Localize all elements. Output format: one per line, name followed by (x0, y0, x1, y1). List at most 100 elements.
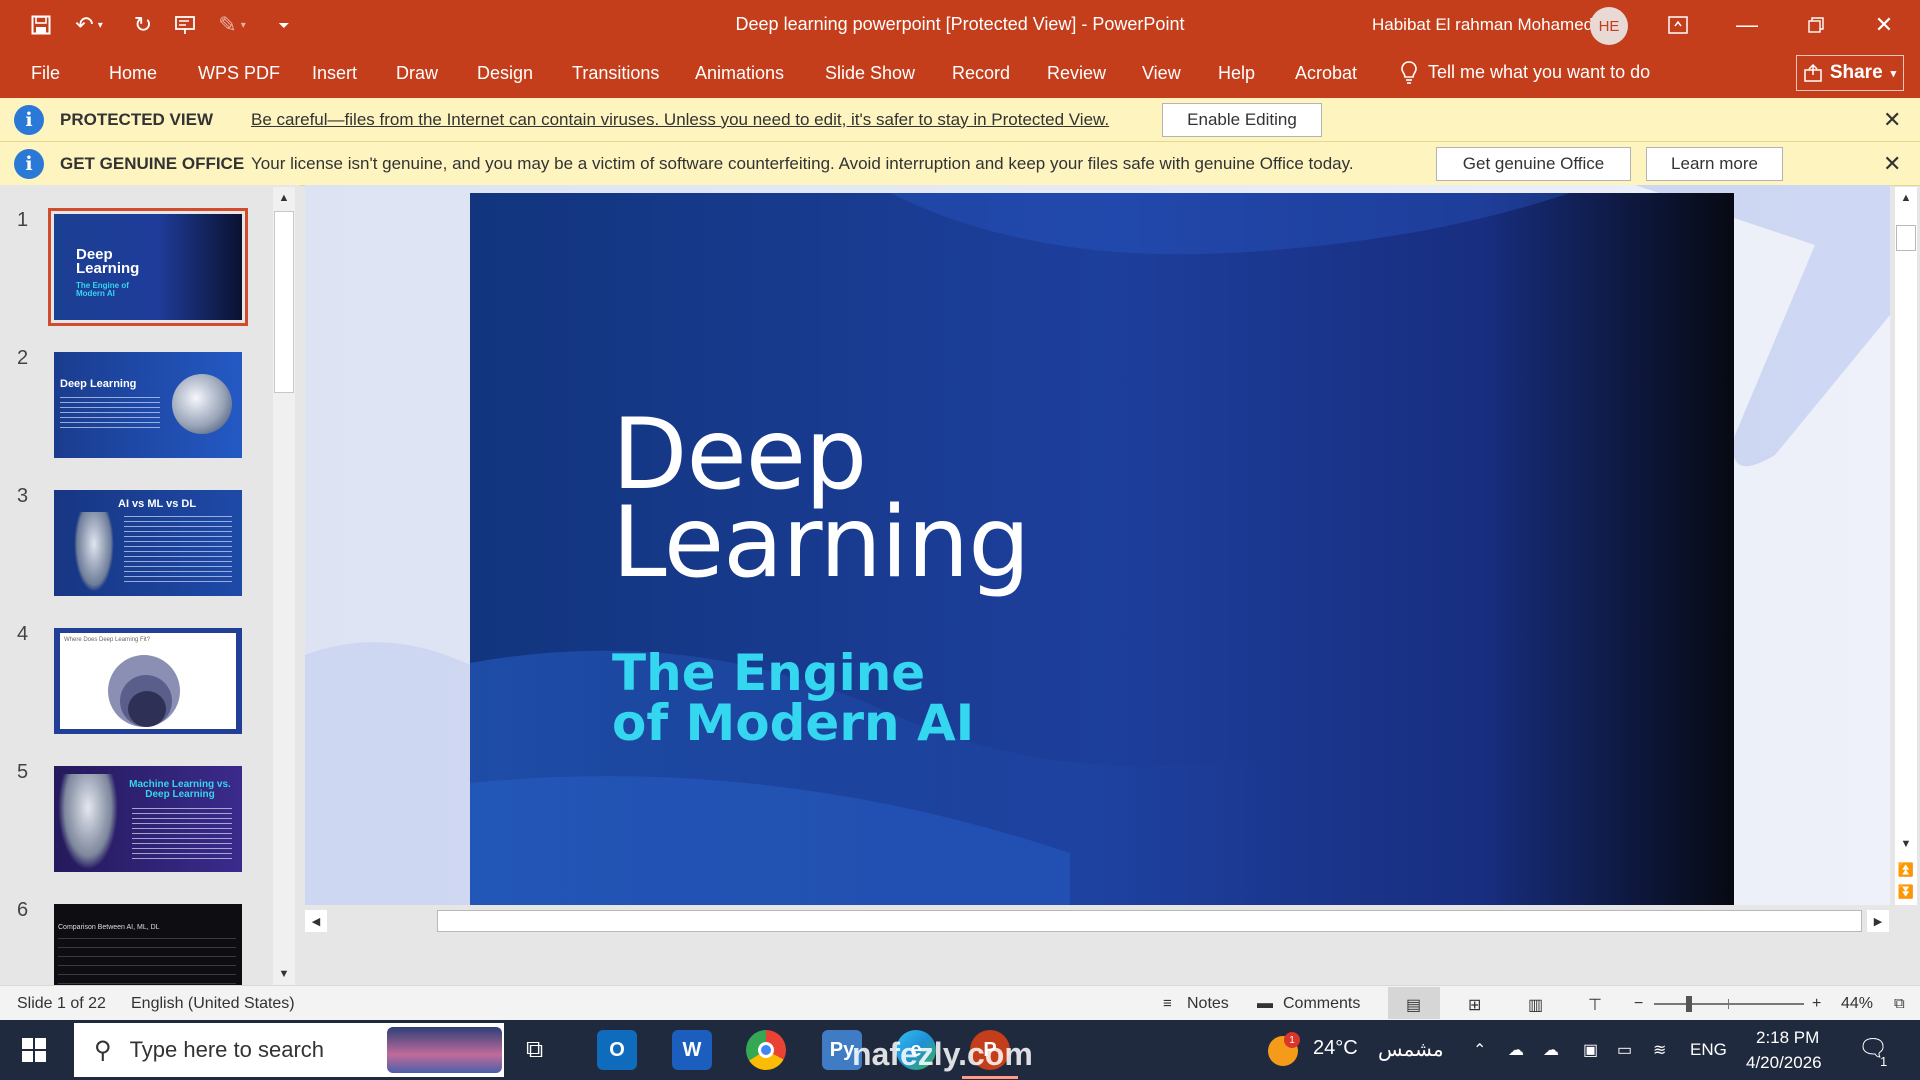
zoom-in-icon[interactable]: + (1812, 995, 1821, 1013)
get-genuine-office-button[interactable]: Get genuine Office (1436, 147, 1631, 181)
outlook-icon[interactable]: O (597, 1030, 637, 1070)
windows-start-icon[interactable] (22, 1038, 46, 1062)
slide-sorter-icon[interactable]: ⊞ (1468, 995, 1481, 1015)
thumbnail-canvas: Where Does Deep Learning Fit? (60, 633, 236, 729)
window-title: Deep learning powerpoint [Protected View… (735, 14, 1185, 34)
previous-slide-icon[interactable]: ⏫ (1895, 859, 1917, 881)
clock-time[interactable]: 2:18 PM (1756, 1028, 1819, 1048)
ribbon-display-options-icon[interactable] (1658, 8, 1698, 42)
tab-transitions[interactable]: Transitions (572, 63, 659, 84)
show-hidden-icons-icon[interactable]: ⌃ (1473, 1040, 1486, 1060)
tab-view[interactable]: View (1142, 63, 1181, 84)
thumbnail-title: Where Does Deep Learning Fit? (64, 637, 151, 643)
slide-thumbnail-2[interactable]: Deep Learning (54, 352, 242, 458)
tab-design[interactable]: Design (477, 63, 533, 84)
slide-thumbnail-4[interactable]: Where Does Deep Learning Fit? (54, 628, 242, 734)
thumbnail-scroll-thumb[interactable] (274, 211, 294, 393)
comparison-table (58, 938, 236, 985)
dl-circle (128, 691, 166, 727)
tab-slide-show[interactable]: Slide Show (825, 63, 915, 84)
slide-editor: Deep Learning The Engine of Modern AI (305, 185, 1890, 905)
tab-draw[interactable]: Draw (396, 63, 438, 84)
notes-icon[interactable]: ≡ (1163, 995, 1172, 1012)
clock-date[interactable]: 4/20/2026 (1746, 1053, 1822, 1073)
thumbnail-title: Deep Learning (60, 378, 137, 390)
minimize-icon[interactable]: — (1727, 8, 1767, 42)
task-view-icon[interactable]: ⧉ (526, 1036, 543, 1064)
cloud-app-icon[interactable]: ☁ (1508, 1040, 1524, 1060)
wifi-icon[interactable]: ≋ (1653, 1040, 1666, 1060)
word-icon[interactable]: W (672, 1030, 712, 1070)
slide-scroll-thumb[interactable] (1896, 225, 1916, 251)
tab-home[interactable]: Home (109, 63, 157, 84)
share-button[interactable]: Share ▾ (1796, 55, 1904, 91)
tab-wps-pdf[interactable]: WPS PDF (198, 63, 280, 84)
onedrive-offline-icon[interactable]: ☁ (1543, 1040, 1559, 1060)
robot-hand-image (74, 512, 114, 592)
slide-number: 4 (17, 623, 29, 645)
zoom-level[interactable]: 44% (1841, 995, 1873, 1013)
close-bar-icon[interactable]: ✕ (1883, 151, 1901, 177)
scroll-down-icon[interactable]: ▼ (1895, 833, 1917, 855)
slide-title: Deep Learning (612, 406, 1030, 592)
thumbnail-body-text (132, 808, 232, 862)
slide-subtitle: The Engine of Modern AI (612, 648, 974, 748)
close-bar-icon[interactable]: ✕ (1883, 107, 1901, 133)
taskbar-search[interactable]: ⚲ Type here to search (74, 1023, 504, 1077)
tab-file[interactable]: File (31, 63, 60, 84)
close-icon[interactable]: ✕ (1864, 8, 1904, 42)
genuine-office-title: GET GENUINE OFFICE (60, 153, 245, 173)
slide-show-icon[interactable]: ⊤ (1588, 995, 1602, 1015)
chrome-icon[interactable] (746, 1030, 786, 1070)
device-icon[interactable]: ▣ (1583, 1040, 1598, 1060)
learn-more-button[interactable]: Learn more (1646, 147, 1783, 181)
horizontal-scroll-thumb[interactable] (437, 910, 1862, 932)
battery-icon[interactable]: ▭ (1617, 1040, 1632, 1060)
fit-slide-icon[interactable]: ⧉ (1894, 995, 1905, 1012)
language-indicator[interactable]: English (United States) (131, 995, 295, 1013)
title-bar: ↶ ▾ ↻ ✎ ▾ ⏷ Deep learning powerpoint [Prot… (0, 0, 1920, 50)
humanoid-robot-image (58, 774, 118, 870)
notes-button[interactable]: Notes (1187, 995, 1229, 1013)
current-slide[interactable]: Deep Learning The Engine of Modern AI (470, 193, 1734, 905)
avatar[interactable]: HE (1590, 7, 1628, 45)
tab-insert[interactable]: Insert (312, 63, 357, 84)
tell-me-search[interactable]: Tell me what you want to do (1400, 60, 1650, 84)
slide-scrollbar[interactable]: ▲ ▼ ⏫ ⏬ (1895, 187, 1917, 905)
genuine-office-message: Your license isn't genuine, and you may … (251, 153, 1354, 173)
slide-thumbnail-5[interactable]: Machine Learning vs. Deep Learning (54, 766, 242, 872)
comments-button[interactable]: Comments (1283, 995, 1360, 1013)
tab-help[interactable]: Help (1218, 63, 1255, 84)
normal-view-icon[interactable]: ▤ (1406, 995, 1421, 1015)
weather-description[interactable]: مشمس (1378, 1037, 1444, 1062)
protected-view-link[interactable]: Be careful—files from the Internet can c… (251, 110, 1109, 130)
tab-record[interactable]: Record (952, 63, 1010, 84)
horizontal-scrollbar[interactable]: ◀ ▶ (305, 905, 1890, 939)
reading-view-icon[interactable]: ▥ (1528, 995, 1543, 1015)
enable-editing-button[interactable]: Enable Editing (1162, 103, 1322, 137)
thumbnail-scrollbar[interactable]: ▲ ▼ (273, 187, 295, 985)
user-name[interactable]: Habibat El rahman Mohamed (1372, 15, 1593, 35)
scroll-down-icon[interactable]: ▼ (273, 963, 295, 985)
tab-review[interactable]: Review (1047, 63, 1106, 84)
next-slide-icon[interactable]: ⏬ (1895, 881, 1917, 903)
tab-animations[interactable]: Animations (695, 63, 784, 84)
input-language[interactable]: ENG (1690, 1040, 1727, 1060)
slide-thumbnail-3[interactable]: AI vs ML vs DL (54, 490, 242, 596)
scroll-up-icon[interactable]: ▲ (1895, 187, 1917, 209)
zoom-out-icon[interactable]: − (1634, 995, 1643, 1013)
weather-temperature[interactable]: 24°C (1313, 1037, 1358, 1060)
scroll-up-icon[interactable]: ▲ (273, 187, 295, 209)
scroll-left-icon[interactable]: ◀ (305, 910, 327, 932)
tab-acrobat[interactable]: Acrobat (1295, 63, 1357, 84)
comments-icon[interactable]: ▬ (1257, 995, 1273, 1013)
zoom-slider[interactable] (1654, 996, 1804, 1012)
restore-icon[interactable] (1796, 8, 1836, 42)
chevron-down-icon: ▾ (1890, 67, 1897, 80)
share-icon (1804, 64, 1822, 82)
status-bar: Slide 1 of 22 English (United States) ≡ … (0, 985, 1920, 1020)
slide-thumbnail-1[interactable]: Deep Learning The Engine of Modern AI (48, 208, 248, 326)
slide-thumbnail-6[interactable]: Comparison Between AI, ML, DL (54, 904, 242, 985)
scroll-right-icon[interactable]: ▶ (1867, 910, 1889, 932)
zoom-slider-thumb[interactable] (1686, 996, 1692, 1012)
